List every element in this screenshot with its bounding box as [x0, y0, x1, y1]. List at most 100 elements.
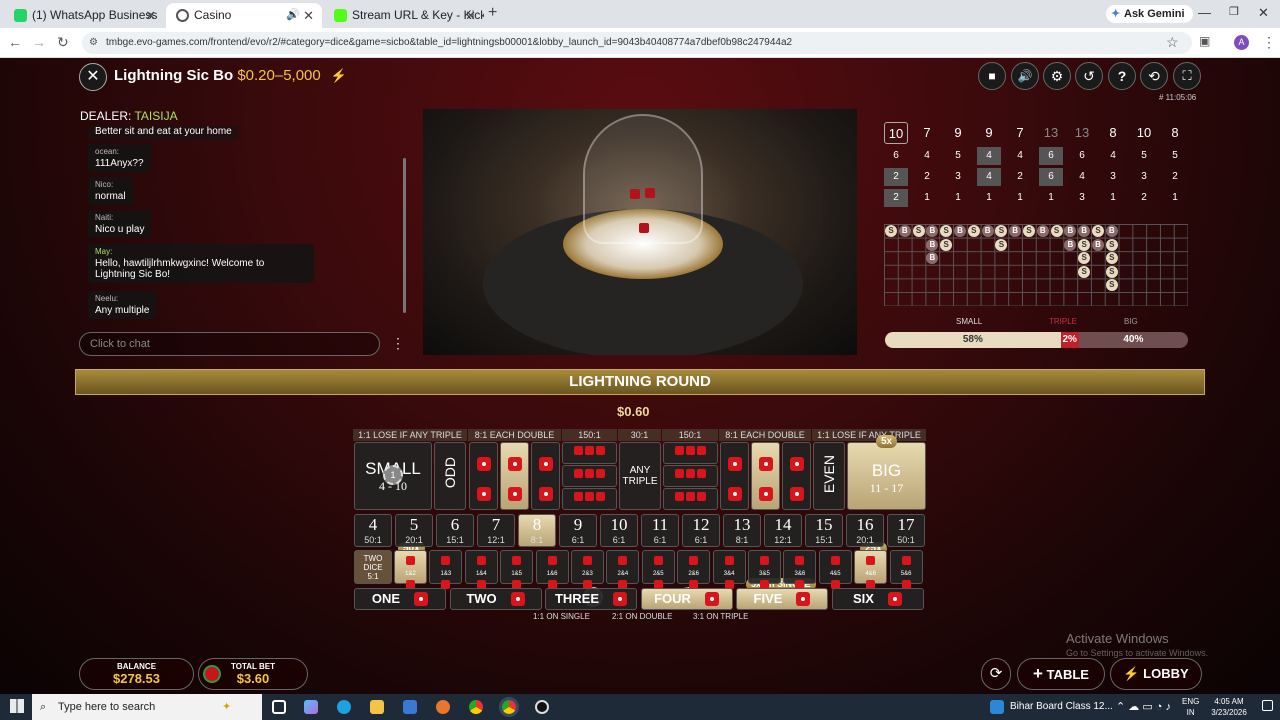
- triple-3-bet[interactable]: [562, 488, 617, 510]
- triple-6-bet[interactable]: [663, 488, 718, 510]
- tab-kick[interactable]: Stream URL & Key - Kick Dashb ✕: [324, 3, 484, 28]
- chrome-icon[interactable]: [469, 700, 483, 714]
- game-switch-icon[interactable]: ⟲: [1140, 62, 1168, 90]
- sum-5-bet[interactable]: 5 20:1: [395, 514, 433, 547]
- double-4-bet[interactable]: [720, 442, 749, 510]
- news-widget-icon[interactable]: [990, 700, 1004, 714]
- small-bet[interactable]: SMALL 4 - 10 1: [354, 442, 432, 510]
- repeat-bet-icon[interactable]: ⟳: [981, 658, 1011, 690]
- close-window-button[interactable]: ✕: [1258, 5, 1269, 21]
- notifications-icon[interactable]: [1262, 700, 1273, 711]
- obs-icon[interactable]: [535, 700, 549, 714]
- menu-dots-icon[interactable]: ⋮: [1262, 34, 1276, 51]
- single-two-bet[interactable]: TWO: [449, 588, 542, 610]
- language-indicator[interactable]: ENG IN: [1182, 696, 1199, 718]
- double-6-bet[interactable]: [782, 442, 811, 510]
- double-5-bet[interactable]: [751, 442, 780, 510]
- sum-6-bet[interactable]: 6 15:1: [436, 514, 474, 547]
- combo-1-2-bet[interactable]: 1&2: [394, 550, 427, 589]
- chat-menu-icon[interactable]: ⋮: [391, 335, 405, 352]
- minimize-button[interactable]: —: [1198, 5, 1211, 20]
- big-bet[interactable]: BIG 11 - 17: [847, 442, 926, 510]
- screen-share-icon[interactable]: ▣: [1199, 34, 1210, 48]
- sum-12-bet[interactable]: 12 6:1: [682, 514, 720, 547]
- combo-4-5-bet[interactable]: 4&5: [818, 550, 852, 589]
- lightning-pin-icon[interactable]: ⚡: [331, 68, 347, 83]
- tab-whatsapp[interactable]: (1) WhatsApp Business ✕: [4, 3, 164, 28]
- ask-gemini-button[interactable]: ✦ Ask Gemini: [1106, 5, 1193, 23]
- chrome-active-icon[interactable]: [499, 697, 519, 717]
- combo-4-6-bet[interactable]: 4&6: [854, 550, 888, 589]
- mail-icon[interactable]: [403, 700, 417, 714]
- sum-8-bet[interactable]: 8 8:1: [518, 514, 556, 547]
- single-three-bet[interactable]: THREE: [545, 588, 637, 610]
- combo-2-3-bet[interactable]: 2&3: [571, 550, 604, 589]
- clock[interactable]: 4:05 AM 3/23/2026: [1204, 696, 1254, 718]
- triple-4-bet[interactable]: [663, 442, 718, 464]
- sum-16-bet[interactable]: 16 20:1: [846, 514, 884, 547]
- single-five-bet[interactable]: FIVE: [736, 588, 828, 610]
- triple-5-bet[interactable]: [663, 465, 718, 487]
- combo-1-5-bet[interactable]: 1&5: [500, 550, 534, 589]
- sum-11-bet[interactable]: 11 6:1: [641, 514, 679, 547]
- back-icon[interactable]: ←: [8, 34, 22, 50]
- combo-2-5-bet[interactable]: 2&5: [641, 550, 675, 589]
- settings-gear-icon[interactable]: ⚙: [1043, 62, 1071, 90]
- windows-start-icon[interactable]: [10, 699, 24, 713]
- combo-3-6-bet[interactable]: 3&6: [783, 550, 817, 589]
- double-1-bet[interactable]: [469, 442, 498, 510]
- triple-2-bet[interactable]: [562, 465, 617, 487]
- taskbar-search[interactable]: ⌕ Type here to search ✦: [32, 694, 262, 720]
- lobby-button[interactable]: ⚡ LOBBY: [1110, 658, 1202, 690]
- sum-4-bet[interactable]: 4 50:1: [354, 514, 392, 547]
- close-game-icon[interactable]: ✕: [79, 63, 107, 91]
- sum-15-bet[interactable]: 15 15:1: [805, 514, 843, 547]
- combo-3-4-bet[interactable]: 3&4: [712, 550, 746, 589]
- triple-1-bet[interactable]: [562, 442, 617, 464]
- double-2-bet[interactable]: [500, 442, 529, 510]
- video-icon[interactable]: ■: [978, 62, 1006, 90]
- history-icon[interactable]: ↺: [1075, 62, 1103, 90]
- combo-1-4-bet[interactable]: 1&4: [464, 550, 498, 589]
- sum-14-bet[interactable]: 14 12:1: [764, 514, 802, 547]
- sound-icon[interactable]: 🔊: [1011, 62, 1039, 90]
- close-tab-icon[interactable]: ✕: [303, 3, 314, 28]
- profile-avatar[interactable]: A: [1234, 35, 1249, 50]
- table-button[interactable]: + TABLE: [1017, 658, 1105, 690]
- combo-1-6-bet[interactable]: 1&6: [535, 550, 569, 589]
- maximize-button[interactable]: ❐: [1229, 5, 1239, 18]
- single-six-bet[interactable]: SIX: [831, 588, 924, 610]
- tray-icons[interactable]: ⌃ ☁ ▭ ◔ ♪: [1116, 694, 1171, 720]
- new-tab-button[interactable]: +: [488, 4, 497, 22]
- any-triple-bet[interactable]: ANY TRIPLE: [619, 442, 661, 510]
- task-view-icon[interactable]: [272, 700, 286, 714]
- chat-scrollbar[interactable]: [403, 158, 406, 313]
- sum-17-bet[interactable]: 17 50:1: [887, 514, 925, 547]
- edge-icon[interactable]: [337, 700, 351, 714]
- combo-5-6-bet[interactable]: 5&6: [889, 550, 923, 589]
- single-one-bet[interactable]: ONE: [354, 588, 446, 610]
- tab-casino[interactable]: Casino 🔊 ✕: [166, 3, 322, 28]
- sum-13-bet[interactable]: 13 8:1: [723, 514, 761, 547]
- combo-2-4-bet[interactable]: 2&4: [606, 550, 640, 589]
- reload-icon[interactable]: ↻: [57, 34, 69, 51]
- file-explorer-icon[interactable]: [370, 700, 384, 714]
- close-tab-icon[interactable]: ✕: [145, 3, 156, 28]
- sum-10-bet[interactable]: 10 6:1: [600, 514, 638, 547]
- single-four-bet[interactable]: FOUR: [640, 588, 733, 610]
- even-bet[interactable]: EVEN: [813, 442, 845, 510]
- fullscreen-icon[interactable]: ⛶: [1173, 62, 1201, 90]
- url-field[interactable]: ⚙ tmbge.evo-games.com/frontend/evo/r2/#c…: [82, 32, 1192, 54]
- site-info-icon[interactable]: ⚙: [89, 32, 98, 54]
- copilot-icon[interactable]: [304, 700, 318, 714]
- combo-1-3-bet[interactable]: 1&3: [429, 550, 463, 589]
- combo-2-6-bet[interactable]: 2&6: [677, 550, 711, 589]
- forward-icon[interactable]: →: [32, 34, 46, 50]
- close-tab-icon[interactable]: ✕: [465, 3, 476, 28]
- sum-7-bet[interactable]: 7 12:1: [477, 514, 515, 547]
- chat-input[interactable]: Click to chat: [79, 332, 380, 356]
- combo-3-5-bet[interactable]: 3&5: [748, 550, 781, 589]
- firefox-icon[interactable]: [436, 700, 450, 714]
- news-widget-text[interactable]: Bihar Board Class 12...: [1010, 694, 1113, 720]
- bookmark-star-icon[interactable]: ☆: [1166, 34, 1179, 51]
